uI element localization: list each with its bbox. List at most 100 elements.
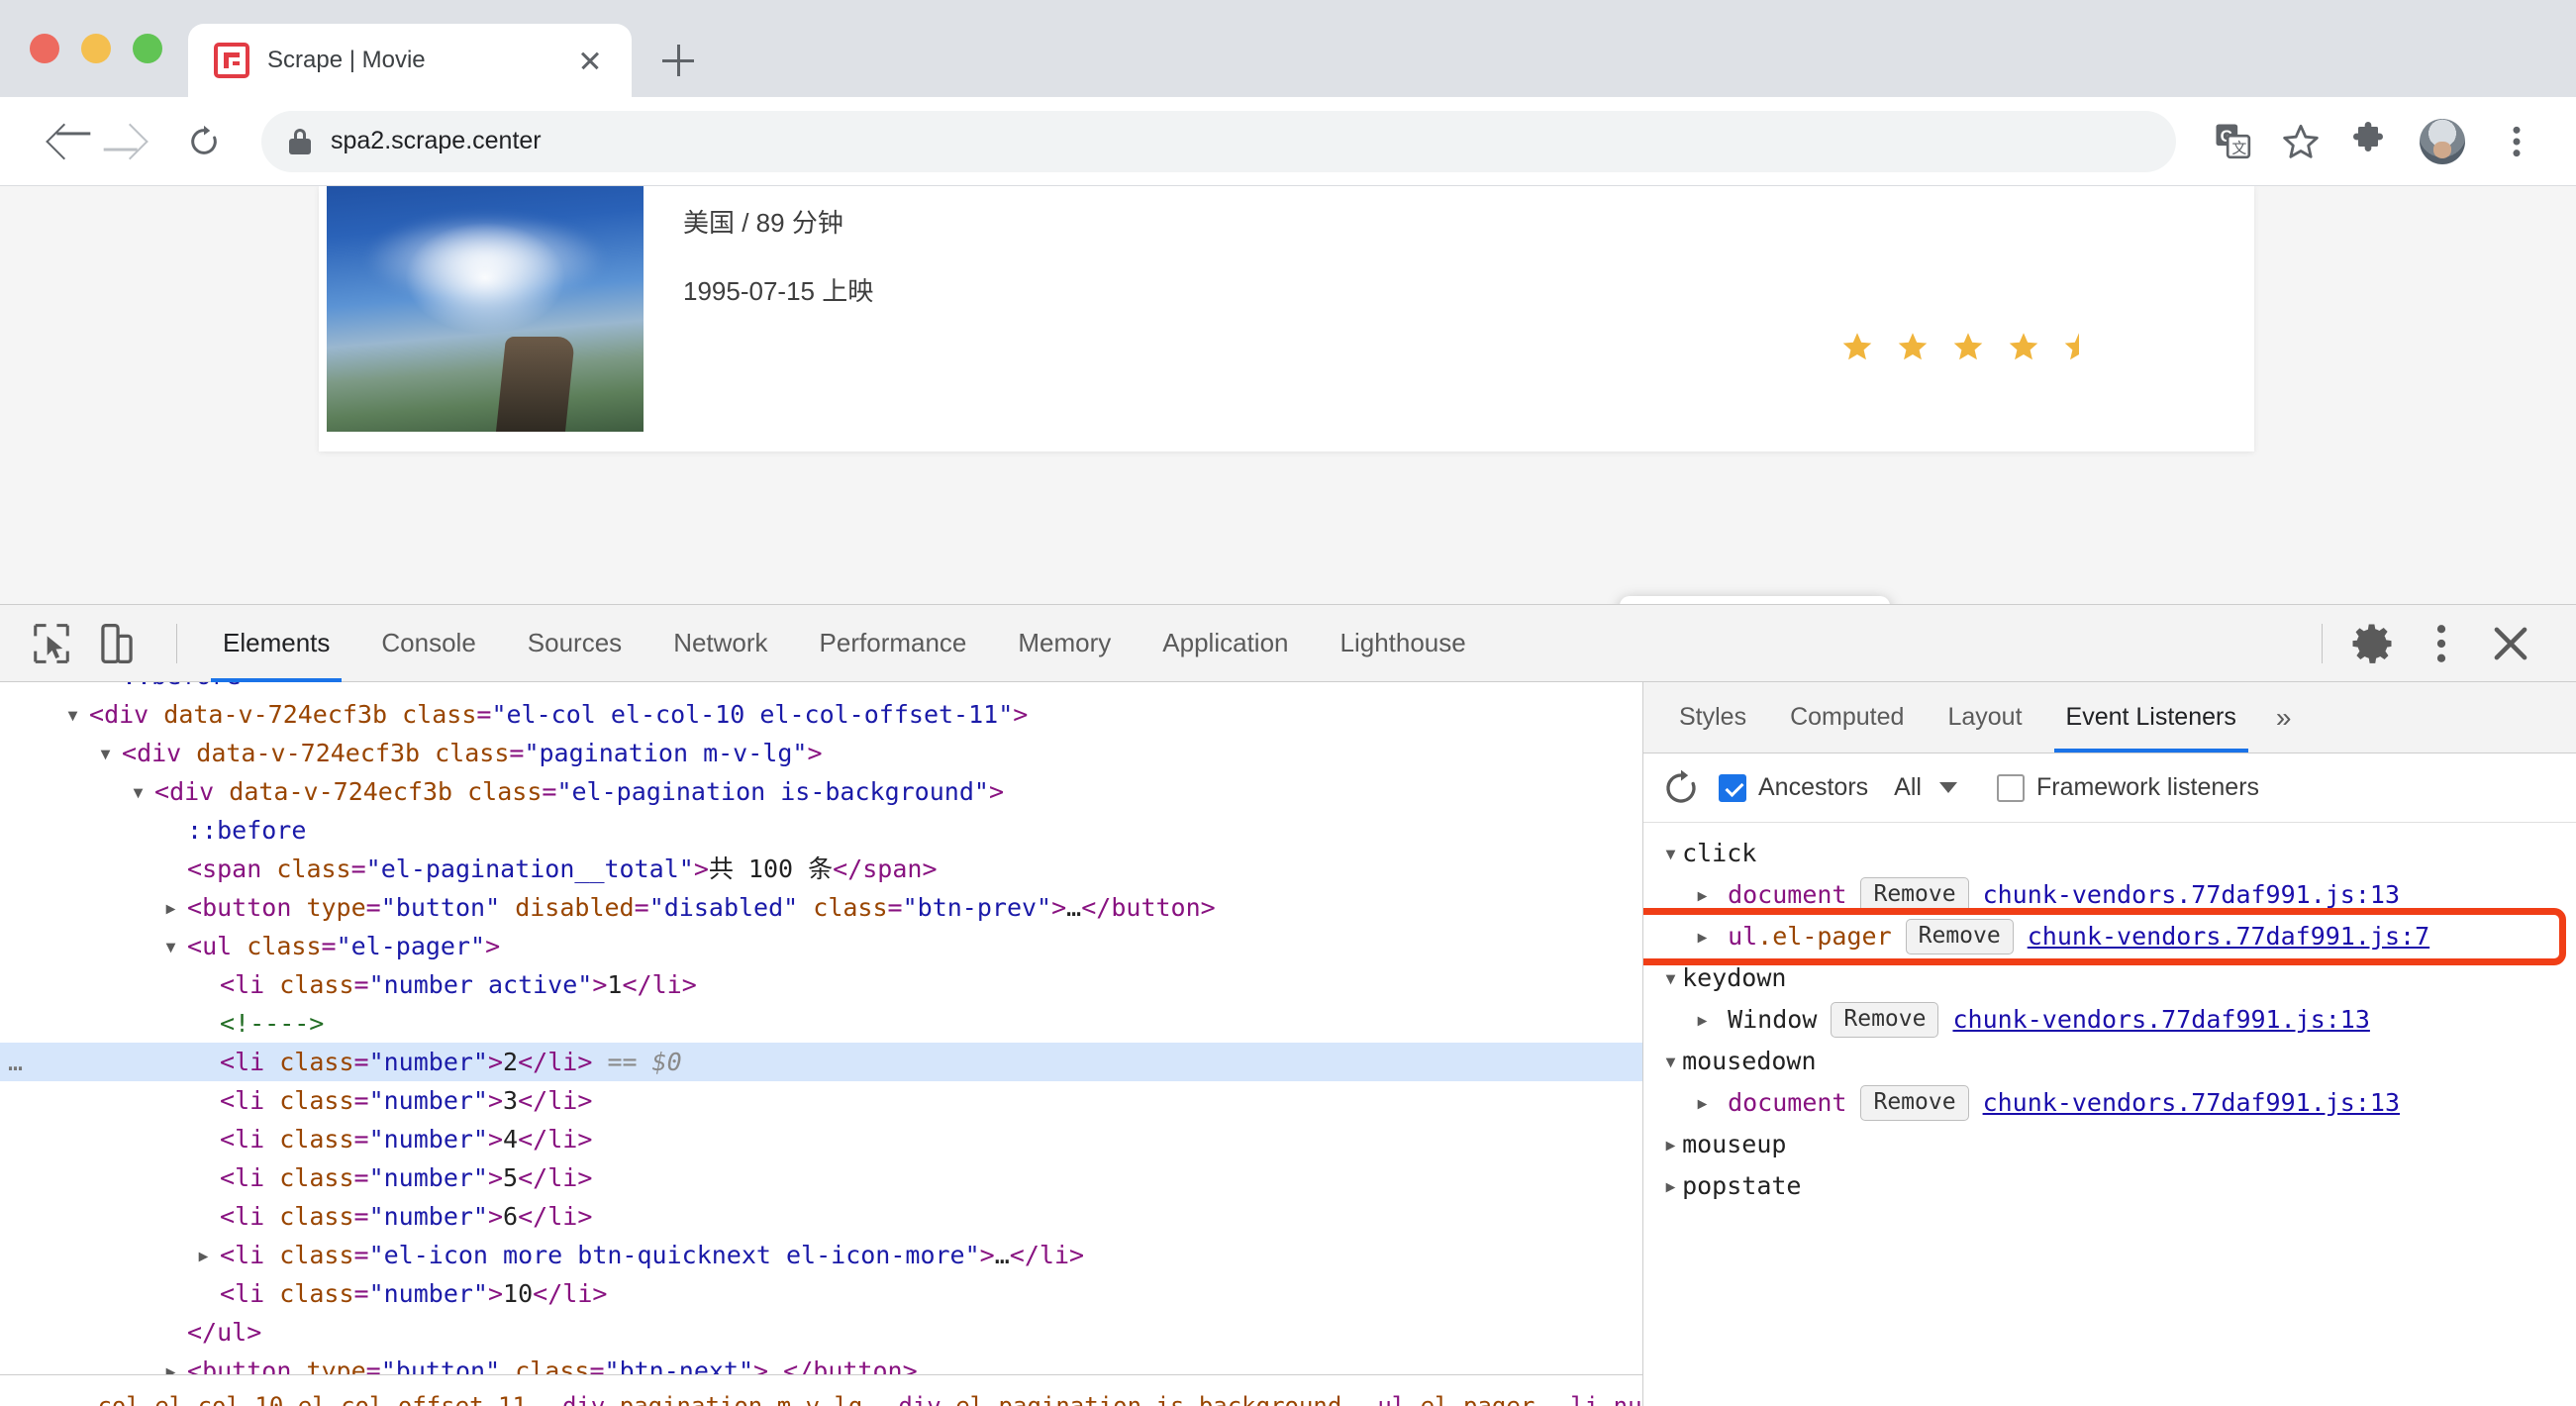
tab-layout[interactable]: Layout [1926, 682, 2043, 753]
dom-line[interactable]: <li class="number">10</li> [0, 1274, 1642, 1313]
devtools-menu-icon[interactable] [2416, 618, 2467, 669]
dom-line[interactable]: <li class="number">3</li> [0, 1081, 1642, 1120]
dom-line[interactable]: ::before [0, 682, 1642, 695]
settings-gear-icon[interactable] [2346, 618, 2398, 669]
disclosure-triangle-right-icon[interactable]: ▸ [1695, 1082, 1710, 1124]
more-tabs-chevron-icon[interactable]: » [2258, 682, 2310, 753]
close-tab-icon[interactable] [570, 41, 610, 80]
bookmark-star-icon[interactable] [2271, 112, 2330, 171]
event-group-mousedown[interactable]: ▾ mousedown [1643, 1041, 2576, 1082]
translate-icon[interactable]: G 文 [2204, 112, 2263, 171]
dom-line[interactable]: <div data-v-724ecf3b class="el-col el-co… [0, 695, 1642, 734]
dom-line[interactable]: <div data-v-724ecf3b class="el-paginatio… [0, 772, 1642, 811]
event-group-popstate[interactable]: ▸ popstate [1643, 1165, 2576, 1207]
remove-listener-button[interactable]: Remove [1860, 1085, 1969, 1121]
tab-computed[interactable]: Computed [1768, 682, 1926, 753]
event-listener-target[interactable]: document [1728, 874, 1846, 916]
tab-lighthouse[interactable]: Lighthouse [1315, 605, 1492, 682]
event-listener-source-link[interactable]: chunk-vendors.77daf991.js:13 [1952, 999, 2369, 1041]
tab-elements[interactable]: Elements [197, 605, 355, 682]
profile-avatar[interactable] [2420, 118, 2465, 164]
event-listener-source-link[interactable]: chunk-vendors.77daf991.js:7 [2028, 916, 2429, 957]
dom-line[interactable]: <li class="number">6</li> [0, 1197, 1642, 1236]
event-group-keydown[interactable]: ▾ keydown [1643, 957, 2576, 999]
dom-line-gutter-menu[interactable]: … [8, 1043, 25, 1081]
dom-tree-pane[interactable]: ::before<div data-v-724ecf3b class="el-c… [0, 682, 1643, 1406]
framework-listeners-checkbox[interactable] [1996, 773, 2025, 802]
close-window-button[interactable] [30, 34, 59, 63]
breadcrumb-overflow-left[interactable]: … [12, 1392, 65, 1406]
dom-line[interactable]: <li class="el-icon more btn-quicknext el… [0, 1236, 1642, 1274]
dom-line[interactable]: <button type="button" disabled="disabled… [0, 888, 1642, 927]
dom-line[interactable]: <li class="number">4</li> [0, 1120, 1642, 1158]
remove-listener-button[interactable]: Remove [1831, 1002, 1939, 1038]
address-bar[interactable]: spa2.scrape.center [261, 110, 2176, 172]
disclosure-triangle-down-icon[interactable] [163, 927, 187, 965]
tab-application[interactable]: Application [1137, 605, 1314, 682]
dom-line[interactable]: <span class="el-pagination__total">共 100… [0, 850, 1642, 888]
breadcrumb-item-div[interactable]: div.pagination.m-v-lg [545, 1392, 880, 1406]
event-group-click[interactable]: ▾ click [1643, 833, 2576, 874]
disclosure-triangle-down-icon[interactable]: ▾ [1663, 839, 1678, 867]
tab-performance[interactable]: Performance [794, 605, 993, 682]
device-toolbar-icon[interactable] [91, 618, 143, 669]
breadcrumb-item-ul[interactable]: ul.el-pager [1359, 1392, 1552, 1406]
event-listener-source-link[interactable]: chunk-vendors.77daf991.js:13 [1983, 1082, 2400, 1124]
disclosure-triangle-down-icon[interactable] [65, 695, 89, 734]
remove-listener-button[interactable]: Remove [1860, 877, 1969, 913]
disclosure-triangle-down-icon[interactable]: ▾ [1663, 1047, 1678, 1075]
disclosure-triangle-right-icon[interactable]: ▸ [1695, 916, 1710, 957]
tab-event-listeners[interactable]: Event Listeners [2044, 682, 2258, 753]
event-listener-row[interactable]: ▸ document Remove chunk-vendors.77daf991.js… [1643, 874, 2576, 916]
dom-line[interactable]: <li class="number active">1</li> [0, 965, 1642, 1004]
tab-network[interactable]: Network [647, 605, 793, 682]
close-devtools-icon[interactable] [2485, 618, 2536, 669]
browser-tab[interactable]: Scrape | Movie [188, 24, 632, 97]
maximize-window-button[interactable] [133, 34, 162, 63]
dom-line[interactable]: <div data-v-724ecf3b class="pagination m… [0, 734, 1642, 772]
tab-console[interactable]: Console [355, 605, 501, 682]
disclosure-triangle-down-icon[interactable] [98, 734, 122, 772]
inspect-element-icon[interactable] [26, 618, 77, 669]
event-listener-target[interactable]: document [1728, 1082, 1846, 1124]
tab-sources[interactable]: Sources [502, 605, 647, 682]
breadcrumb-item-li-selected[interactable]: li.number [1552, 1391, 1642, 1406]
breadcrumb-item-div[interactable]: div.el-pagination.is-background [880, 1392, 1359, 1406]
event-listener-source-link[interactable]: chunk-vendors.77daf991.js:13 [1983, 874, 2400, 916]
event-listener-row[interactable]: ▸ Window Remove chunk-vendors.77daf991.js:1… [1643, 999, 2576, 1041]
dom-line[interactable]: ::before [0, 811, 1642, 850]
disclosure-triangle-right-icon[interactable]: ▸ [1663, 1171, 1678, 1200]
forward-arrow-icon[interactable] [101, 110, 164, 173]
new-tab-button[interactable] [644, 26, 713, 95]
dom-line[interactable]: </ul> [0, 1313, 1642, 1352]
dom-line[interactable]: <li class="number">5</li> [0, 1158, 1642, 1197]
disclosure-triangle-right-icon[interactable]: ▸ [1695, 999, 1710, 1041]
event-listener-row[interactable]: ▸ document Remove chunk-vendors.77daf991.js… [1643, 1082, 2576, 1124]
back-arrow-icon[interactable] [30, 110, 93, 173]
chrome-menu-icon[interactable] [2487, 112, 2546, 171]
disclosure-triangle-right-icon[interactable] [163, 888, 187, 927]
tab-memory[interactable]: Memory [992, 605, 1137, 682]
event-listener-row[interactable]: ▸ ul.el-pager Remove chunk-vendors.77daf991… [1643, 916, 2576, 957]
dom-line-selected[interactable]: … <li class="number">2</li> == $0 [0, 1043, 1642, 1081]
event-listener-target[interactable]: Window [1728, 999, 1817, 1041]
listener-type-filter[interactable]: All [1894, 773, 1922, 802]
dom-line[interactable]: <!----> [0, 1004, 1642, 1043]
tab-styles[interactable]: Styles [1657, 682, 1768, 753]
minimize-window-button[interactable] [81, 34, 111, 63]
disclosure-triangle-right-icon[interactable] [196, 1236, 220, 1274]
chevron-down-icon[interactable] [1938, 782, 1957, 793]
remove-listener-button[interactable]: Remove [1905, 919, 2014, 954]
ancestors-checkbox[interactable] [1719, 773, 1746, 802]
disclosure-triangle-down-icon[interactable]: ▾ [1663, 963, 1678, 992]
reload-icon[interactable] [172, 110, 236, 173]
breadcrumb-item-node[interactable]: -col.el-col-10.el-col-offset-11 [65, 1392, 545, 1406]
extensions-puzzle-icon[interactable] [2338, 112, 2398, 171]
disclosure-triangle-down-icon[interactable] [131, 772, 154, 811]
dom-line[interactable]: <ul class="el-pager"> [0, 927, 1642, 965]
disclosure-triangle-right-icon[interactable]: ▸ [1663, 1130, 1678, 1158]
disclosure-triangle-right-icon[interactable]: ▸ [1695, 874, 1710, 916]
refresh-icon[interactable] [1661, 768, 1701, 808]
event-listener-target[interactable]: ul.el-pager [1728, 916, 1892, 957]
event-group-mouseup[interactable]: ▸ mouseup [1643, 1124, 2576, 1165]
